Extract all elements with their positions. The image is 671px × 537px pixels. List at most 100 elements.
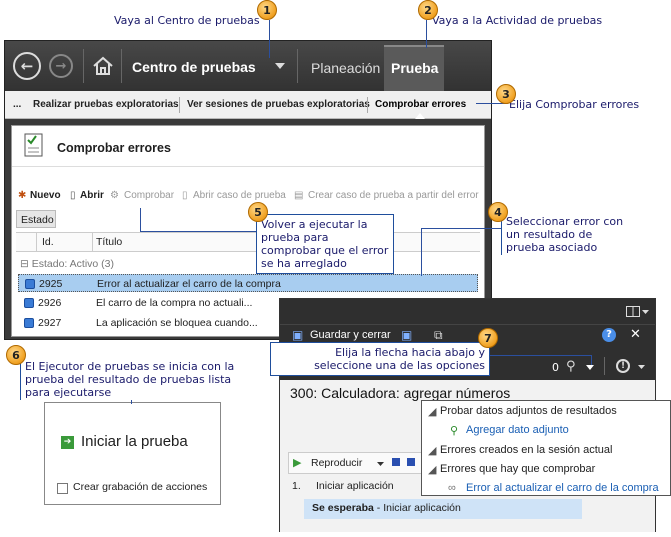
leader-line (421, 228, 422, 276)
test-case-title: 300: Calculadora: agregar números (290, 385, 511, 401)
badge-1: 1 (257, 0, 277, 20)
column-title[interactable]: Título (96, 236, 122, 248)
open-test-case-button[interactable]: Abrir caso de prueba (193, 190, 286, 201)
triangle-icon: ◢ (428, 464, 437, 476)
new-icon[interactable]: ✱ (18, 190, 26, 201)
runner-titlebar (280, 299, 655, 324)
create-case-icon: ▤ (294, 190, 304, 201)
badge-3: 3 (496, 84, 516, 104)
verify-button[interactable]: Comprobar (124, 190, 174, 201)
open-case-icon: ▯ (182, 190, 188, 201)
callout-2: Vaya a la Actividad de pruebas (432, 14, 603, 27)
layout-icon[interactable] (626, 306, 640, 317)
callout-6: El Ejecutor de pruebas se inicia con la … (20, 359, 242, 400)
step-number: 1. (292, 480, 301, 492)
chevron-down-icon[interactable] (275, 63, 285, 70)
save-icon: ▣ (292, 328, 304, 342)
row-id: 2927 (38, 317, 62, 329)
save-close-button[interactable]: Guardar y cerrar (310, 329, 391, 341)
callout-3: Elija Comprobar errores (509, 98, 640, 111)
hub-title[interactable]: Centro de pruebas (132, 59, 256, 75)
chevron-down-icon[interactable] (638, 365, 645, 369)
bug-toolbar: ✱ Nuevo ▯ Abrir ⚙ Comprobar ▯ Abrir caso… (12, 190, 484, 206)
triangle-icon: ◢ (428, 445, 437, 457)
forward-icon[interactable]: → (49, 54, 73, 78)
grid-header: Id. Título (16, 232, 480, 252)
callout-1: Vaya al Centro de pruebas (114, 14, 260, 27)
chevron-down-icon[interactable] (377, 462, 384, 466)
pause-icon[interactable] (407, 458, 415, 466)
tab-planning[interactable]: Planeación (311, 60, 380, 76)
verify-icon: ⚙ (110, 190, 119, 201)
leader-line (426, 20, 427, 48)
back-icon[interactable]: ← (13, 52, 41, 80)
badge-5: 5 (248, 202, 268, 222)
badge-4: 4 (488, 202, 508, 222)
paperclip-icon[interactable]: ⚲ (566, 359, 576, 374)
tab-view-sessions[interactable]: Ver sesiones de pruebas exploratorias (187, 99, 370, 110)
verify-bugs-icon (24, 133, 43, 157)
open-button[interactable]: Abrir (80, 190, 104, 201)
stop-icon[interactable] (392, 458, 400, 466)
tab-exploratory[interactable]: Realizar pruebas exploratorias (33, 99, 179, 110)
link-icon: ∞ (448, 482, 456, 494)
menu-item-bug-link[interactable]: Error al actualizar el carro de la compr… (466, 482, 659, 494)
window-icon[interactable]: ⧉ (434, 328, 443, 343)
start-icon: ➔ (61, 436, 74, 449)
row-id: 2925 (39, 278, 63, 290)
step-text: Iniciar aplicación (316, 480, 394, 492)
leader-line (269, 20, 270, 58)
play-icon: ▶ (293, 456, 302, 469)
new-button[interactable]: Nuevo (30, 190, 61, 201)
page-title: Comprobar errores (57, 141, 171, 155)
triangle-icon: ◢ (428, 406, 437, 418)
callout-5: Volver a ejecutar la prueba para comprob… (256, 214, 394, 274)
create-test-case-button[interactable]: Crear caso de prueba a partir del error (308, 190, 479, 201)
bug-icon (25, 279, 35, 289)
start-test-button[interactable]: Iniciar la prueba (81, 433, 188, 450)
menu-heading: Errores creados en la sesión actual (440, 444, 613, 456)
open-icon: ▯ (70, 190, 76, 201)
bug-icon (24, 298, 34, 308)
top-nav-bar: ← → Centro de pruebas Planeación Prueba (5, 41, 491, 91)
close-icon[interactable]: ✕ (630, 327, 641, 342)
menu-heading: Probar datos adjuntos de resultados (440, 405, 617, 417)
attachment-dropdown-menu: ◢ Probar datos adjuntos de resultados ⚲ … (421, 400, 671, 496)
leader-line (140, 208, 141, 231)
collapse-icon[interactable]: ⊟ (20, 258, 32, 270)
column-id[interactable]: Id. (42, 236, 54, 248)
callout-4: Seleccionar error con un resultado de pr… (501, 214, 629, 255)
attachment-count: 0 (552, 361, 559, 374)
row-title: La aplicación se bloquea cuando... (96, 317, 258, 329)
table-row[interactable]: 2925 Error al actualizar el carro de la … (18, 274, 478, 292)
row-id: 2926 (38, 297, 62, 309)
help-icon[interactable]: ? (602, 328, 616, 342)
home-icon[interactable] (92, 55, 114, 77)
menu-heading: Errores que hay que comprobar (440, 463, 596, 475)
tab-verify-bugs[interactable]: Comprobar errores (375, 99, 466, 110)
row-title: El carro de la compra no actuali... (96, 297, 253, 309)
leader-line (140, 231, 256, 232)
test-center-window: ← → Centro de pruebas Planeación Prueba … (4, 40, 492, 340)
more-tab[interactable]: ... (13, 99, 21, 110)
expected-result: Se esperaba - Iniciar aplicación (304, 499, 582, 519)
chevron-down-icon[interactable] (586, 365, 594, 370)
record-label: Crear grabación de acciones (73, 481, 208, 493)
play-toolbar: ▶ Reproducir (288, 452, 428, 474)
callout-7: Elija la flecha hacia abajo y seleccione… (270, 342, 490, 376)
save-icon[interactable]: ▣ (401, 328, 412, 342)
group-header[interactable]: ⊟ Estado: Activo (3) (20, 258, 114, 270)
chevron-down-icon[interactable] (642, 310, 649, 314)
play-button[interactable]: Reproducir (311, 457, 362, 469)
info-icon[interactable]: ! (616, 359, 630, 373)
leader-line (421, 228, 501, 229)
tab-test[interactable]: Prueba (391, 60, 438, 76)
record-checkbox[interactable] (57, 483, 68, 494)
menu-item-add-attachment[interactable]: Agregar dato adjunto (466, 424, 569, 436)
sub-tab-strip: ... Realizar pruebas exploratorias Ver s… (5, 91, 491, 119)
filter-status[interactable]: Estado (16, 210, 56, 228)
bug-icon (24, 318, 34, 328)
paperclip-add-icon: ⚲ (450, 425, 459, 437)
start-test-panel: ➔ Iniciar la prueba Crear grabación de a… (44, 402, 221, 505)
badge-7: 7 (478, 328, 498, 348)
